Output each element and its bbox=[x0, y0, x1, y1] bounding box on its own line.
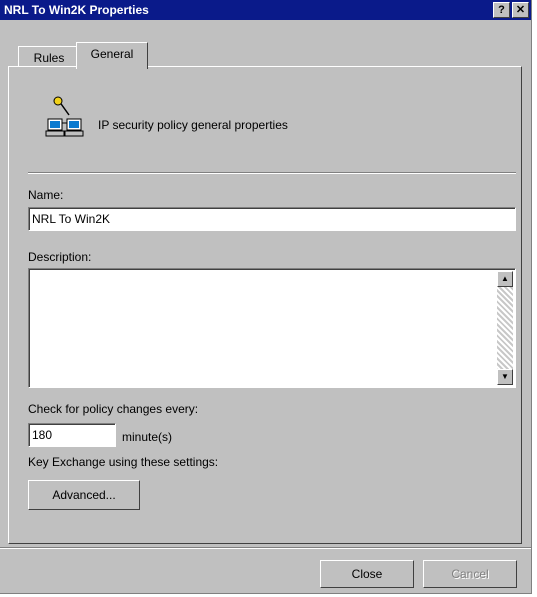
separator bbox=[28, 172, 516, 174]
close-button[interactable]: Close bbox=[320, 560, 414, 588]
window-title: NRL To Win2K Properties bbox=[4, 3, 149, 17]
tab-general-label: General bbox=[90, 47, 134, 61]
name-field[interactable] bbox=[28, 207, 516, 231]
cancel-button[interactable]: Cancel bbox=[423, 560, 517, 588]
footer-separator bbox=[0, 547, 531, 549]
description-scrollbar[interactable]: ▲ ▼ bbox=[497, 271, 513, 385]
help-button[interactable]: ? bbox=[493, 2, 510, 18]
down-arrow-icon[interactable]: ▼ bbox=[497, 369, 513, 385]
up-arrow-icon[interactable]: ▲ bbox=[497, 271, 513, 287]
name-label: Name: bbox=[28, 188, 64, 202]
advanced-button[interactable]: Advanced... bbox=[28, 480, 140, 510]
description-label: Description: bbox=[28, 250, 92, 264]
check-interval-unit: minute(s) bbox=[122, 430, 173, 444]
title-bar[interactable]: NRL To Win2K Properties ? ✕ bbox=[0, 0, 531, 20]
policy-heading: IP security policy general properties bbox=[98, 118, 288, 132]
check-interval-label: Check for policy changes every: bbox=[28, 402, 199, 416]
close-window-button[interactable]: ✕ bbox=[512, 2, 529, 18]
key-exchange-label: Key Exchange using these settings: bbox=[28, 455, 219, 469]
properties-dialog: NRL To Win2K Properties ? ✕ Rules Genera… bbox=[0, 0, 532, 594]
tab-general[interactable]: General bbox=[76, 42, 148, 69]
network-computers-key-icon bbox=[45, 96, 84, 137]
description-field[interactable]: ▲ ▼ bbox=[28, 268, 516, 388]
check-interval-field[interactable] bbox=[28, 423, 116, 447]
tab-rules-label: Rules bbox=[33, 51, 65, 65]
